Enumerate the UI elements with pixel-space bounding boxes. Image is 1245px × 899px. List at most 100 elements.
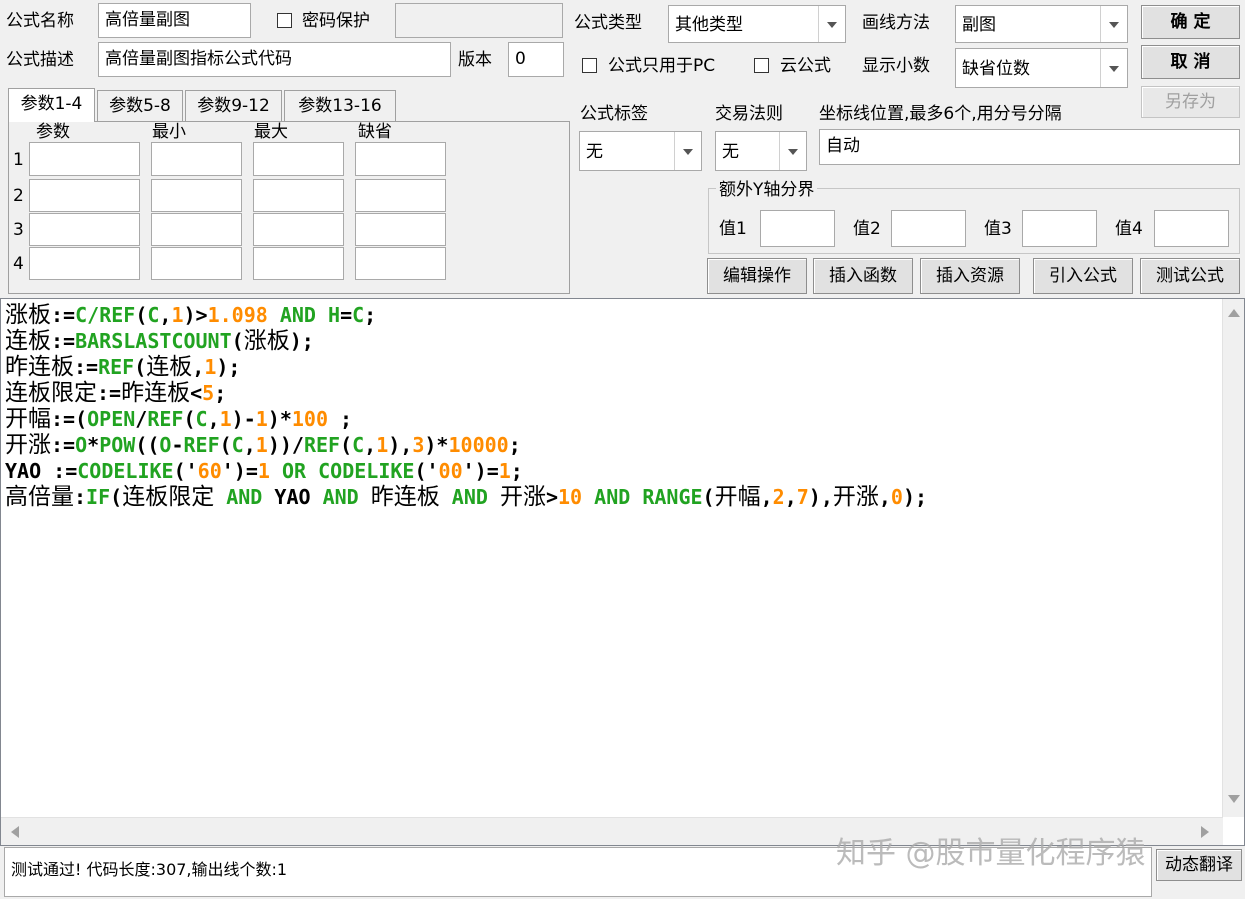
code-token: < [190, 381, 203, 405]
code-token: C [147, 303, 160, 327]
value-2-input[interactable] [891, 210, 966, 247]
value-3-input[interactable] [1022, 210, 1097, 247]
param-2-max[interactable] [253, 179, 344, 212]
test-formula-button[interactable]: 测试公式 [1140, 258, 1240, 294]
trade-rule-select[interactable]: 无 [715, 131, 807, 171]
version-input[interactable]: 0 [508, 42, 564, 77]
code-line[interactable]: YAO :=CODELIKE('60')=1 OR CODELIKE('00')… [5, 458, 927, 484]
code-token: 涨板 [5, 302, 51, 328]
chevron-down-icon[interactable] [1100, 6, 1127, 42]
insert-function-button[interactable]: 插入函数 [813, 258, 913, 294]
ok-button[interactable]: 确 定 [1141, 5, 1240, 39]
code-token: AND [214, 485, 275, 509]
code-token: ), [808, 485, 833, 509]
code-token: 连板限定 [122, 484, 215, 510]
password-checkbox[interactable] [277, 13, 292, 28]
code-token: ( [135, 303, 148, 327]
chevron-down-icon[interactable] [818, 6, 845, 42]
extra-y-axis-label: 额外Y轴分界 [716, 178, 818, 202]
param-4-name[interactable] [29, 247, 140, 280]
scroll-right-icon[interactable] [1201, 826, 1209, 838]
chevron-down-icon[interactable] [1100, 49, 1127, 87]
param-4-min[interactable] [151, 247, 242, 280]
code-token: C [352, 433, 365, 457]
code-token: 开幅 [714, 484, 761, 510]
tab-params-5-8[interactable]: 参数5-8 [97, 90, 183, 122]
code-token: ( [231, 329, 244, 353]
code-token: ; [508, 433, 521, 457]
vertical-scrollbar[interactable] [1222, 299, 1244, 817]
param-3-max[interactable] [253, 213, 344, 246]
code-token: ; [328, 407, 353, 431]
param-4-max[interactable] [253, 247, 344, 280]
code-line[interactable]: 高倍量:IF(连板限定 AND YAO AND 昨连板 AND 开涨>10 AN… [5, 484, 927, 510]
tab-params-13-16[interactable]: 参数13-16 [284, 90, 396, 122]
scroll-up-icon[interactable] [1228, 309, 1240, 317]
pc-only-label: 公式只用于PC [608, 56, 716, 76]
dynamic-translate-button[interactable]: 动态翻译 [1156, 849, 1242, 881]
tab-params-9-12[interactable]: 参数9-12 [185, 90, 282, 122]
code-token: C [352, 303, 365, 327]
pc-only-checkbox[interactable] [582, 58, 597, 73]
param-1-max[interactable] [253, 142, 344, 176]
param-1-name[interactable] [29, 142, 140, 176]
value-1-input[interactable] [760, 210, 835, 247]
param-2-default[interactable] [355, 179, 446, 212]
draw-method-select[interactable]: 副图 [955, 5, 1128, 43]
code-token: 7 [796, 485, 809, 509]
scroll-left-icon[interactable] [11, 826, 19, 838]
trade-rule-label: 交易法则 [715, 104, 783, 124]
code-token: REF [303, 433, 341, 457]
code-content[interactable]: 涨板:=C/REF(C,1)>1.098 AND H=C; 连板:=BARSLAS… [5, 302, 927, 510]
code-line[interactable]: 开涨:=O*POW((O-REF(C,1))/REF(C,1),3)*10000… [5, 432, 927, 458]
code-line[interactable]: 开幅:=(OPEN/REF(C,1)-1)*100 ; [5, 406, 927, 432]
param-1-min[interactable] [151, 142, 242, 176]
import-formula-button[interactable]: 引入公式 [1033, 258, 1133, 294]
code-token: 1 [257, 459, 270, 483]
code-token: 昨连板 [5, 354, 74, 380]
tab-params-1-4[interactable]: 参数1-4 [8, 88, 95, 122]
col-header-max: 最大 [254, 122, 288, 142]
col-header-default: 缺省 [358, 122, 392, 142]
code-token: 昨连板 [370, 484, 440, 510]
save-as-button[interactable]: 另存为 [1141, 86, 1240, 118]
code-line[interactable]: 连板:=BARSLASTCOUNT(涨板); [5, 328, 927, 354]
tag-select[interactable]: 无 [579, 131, 702, 171]
param-3-name[interactable] [29, 213, 140, 246]
code-token: IF [86, 485, 111, 509]
code-token: : [74, 485, 87, 509]
code-line[interactable]: 昨连板:=REF(连板,1); [5, 354, 927, 380]
value-4-label: 值4 [1115, 219, 1143, 239]
code-line[interactable]: 涨板:=C/REF(C,1)>1.098 AND H=C; [5, 302, 927, 328]
edit-ops-button[interactable]: 编辑操作 [707, 258, 807, 294]
code-token: C/ [75, 303, 100, 327]
code-token: (( [135, 433, 160, 457]
cloud-formula-checkbox[interactable] [754, 58, 769, 73]
status-text: 测试通过! 代码长度:307,输出线个数:1 [11, 860, 288, 879]
param-2-name[interactable] [29, 179, 140, 212]
scroll-down-icon[interactable] [1228, 795, 1240, 803]
chevron-down-icon[interactable] [779, 132, 806, 170]
param-1-default[interactable] [355, 142, 446, 176]
decimals-select[interactable]: 缺省位数 [955, 48, 1128, 88]
code-editor[interactable]: 涨板:=C/REF(C,1)>1.098 AND H=C; 连板:=BARSLAS… [0, 298, 1245, 846]
param-4-default[interactable] [355, 247, 446, 280]
code-token: , [760, 485, 773, 509]
insert-resource-button[interactable]: 插入资源 [920, 258, 1020, 294]
axis-position-input[interactable]: 自动 [819, 129, 1240, 165]
formula-name-input[interactable]: 高倍量副图 [98, 3, 251, 38]
param-3-default[interactable] [355, 213, 446, 246]
cancel-button[interactable]: 取 消 [1141, 45, 1240, 79]
param-2-min[interactable] [151, 179, 242, 212]
value-4-input[interactable] [1154, 210, 1229, 247]
code-token: ')= [462, 459, 499, 483]
chevron-down-icon[interactable] [674, 132, 701, 170]
code-token: := [97, 381, 122, 405]
code-line[interactable]: 连板限定:=昨连板<5; [5, 380, 927, 406]
code-token: ); [216, 355, 241, 379]
code-token: ))/ [267, 433, 304, 457]
formula-desc-input[interactable]: 高倍量副图指标公式代码 [98, 42, 451, 77]
code-token: OPEN [87, 407, 136, 431]
param-3-min[interactable] [151, 213, 242, 246]
formula-type-select[interactable]: 其他类型 [668, 5, 846, 43]
